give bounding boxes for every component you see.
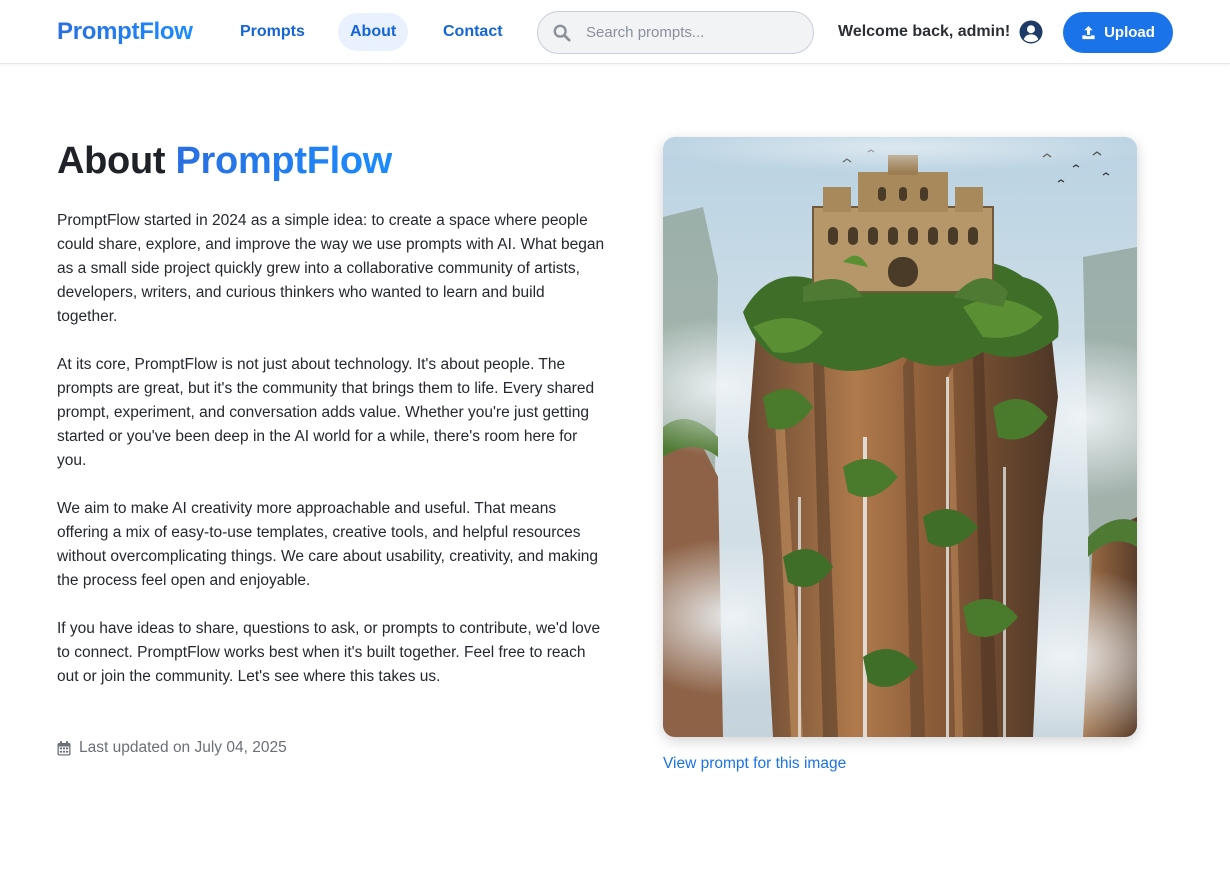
title-prefix: About (57, 140, 176, 182)
last-updated-text: Last updated on July 04, 2025 (79, 739, 287, 756)
about-paragraph-3: We aim to make AI creativity more approa… (57, 500, 599, 589)
upload-icon (1082, 25, 1095, 40)
about-paragraph-1: PromptFlow started in 2024 as a simple i… (57, 212, 605, 325)
search-input[interactable] (586, 12, 806, 53)
hero-image (663, 137, 1137, 737)
about-paragraph-4: If you have ideas to share, questions to… (57, 620, 601, 685)
nav-contact[interactable]: Contact (431, 13, 515, 51)
nav-prompts[interactable]: Prompts (228, 13, 317, 51)
nav-about[interactable]: About (338, 13, 409, 51)
cliff-temple-illustration (663, 137, 1137, 737)
page-title: About PromptFlow (57, 140, 392, 183)
search-box[interactable] (537, 11, 814, 54)
title-brand: PromptFlow (175, 140, 393, 182)
about-paragraph-2: At its core, PromptFlow is not just abou… (57, 356, 595, 469)
upload-button[interactable]: Upload (1063, 12, 1173, 53)
search-icon (553, 24, 571, 42)
logo[interactable]: PromptFlow (57, 18, 193, 46)
last-updated: Last updated on July 04, 2025 (57, 739, 287, 757)
user-circle-icon[interactable] (1019, 20, 1043, 44)
top-navbar: PromptFlow Prompts About Contact Welcome… (0, 0, 1230, 64)
calendar-icon (57, 740, 71, 755)
welcome-message: Welcome back, admin! (838, 23, 1011, 40)
view-prompt-link[interactable]: View prompt for this image (663, 755, 846, 773)
upload-label: Upload (1104, 24, 1155, 41)
